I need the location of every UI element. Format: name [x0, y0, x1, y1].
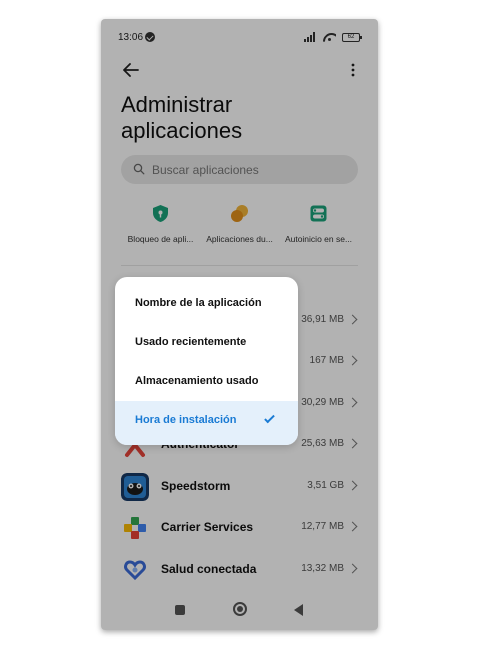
- checkmark-icon: [264, 412, 275, 424]
- sort-option-label: Nombre de la aplicación: [135, 297, 262, 309]
- sort-option-recently-used[interactable]: Usado recientemente: [115, 323, 298, 362]
- sort-option-label: Hora de instalación: [135, 414, 237, 426]
- sort-option-install-time[interactable]: Hora de instalación: [115, 401, 298, 445]
- sort-option-storage-used[interactable]: Almacenamiento usado: [115, 362, 298, 401]
- phone-screen: 13:06 62 Administrar aplicaciones Buscar…: [101, 19, 378, 630]
- sort-menu: Nombre de la aplicación Usado recienteme…: [115, 277, 298, 445]
- sort-option-label: Almacenamiento usado: [135, 375, 259, 387]
- sort-option-label: Usado recientemente: [135, 336, 247, 348]
- sort-option-app-name[interactable]: Nombre de la aplicación: [115, 284, 298, 323]
